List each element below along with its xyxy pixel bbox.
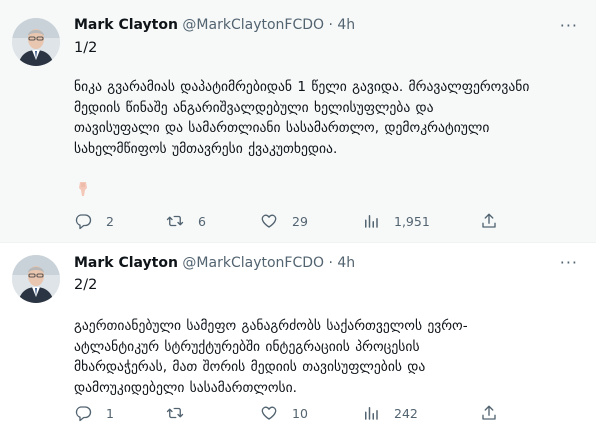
tweet-text-line: დამოუკიდებელი სასამართლოსი.: [74, 379, 298, 396]
tweet-text-line: სახელმწიფოს უმთავრესი ქვაკუთხედია.: [74, 140, 338, 157]
like-button[interactable]: 10: [260, 403, 308, 423]
tweet-text-line: ნიკა გვარამიას დაპატიმრებიდან 1 წელი გავ…: [74, 79, 530, 95]
view-count: 242: [394, 405, 418, 421]
tweet-text: ნიკა გვარამიას დაპატიმრებიდან 1 წელი გავ…: [74, 77, 574, 159]
tweet-2[interactable]: Mark Clayton @MarkClaytonFCDO · 4h ··· 2…: [0, 243, 596, 439]
views-chart-icon: [365, 215, 378, 228]
reply-button[interactable]: 2: [74, 211, 114, 231]
avatar[interactable]: [12, 18, 60, 66]
thread-index: 1/2: [74, 40, 98, 56]
share-button[interactable]: [480, 211, 498, 231]
retweet-count: 6: [198, 213, 206, 229]
share-icon: [482, 213, 496, 228]
like-count: 10: [292, 405, 308, 421]
heart-icon: [261, 214, 277, 228]
views-chart-icon: [365, 407, 378, 420]
tweet-text-line: თავისუფალი და სამართლიანი სასამართლო, დე…: [74, 120, 490, 136]
more-options-icon[interactable]: ···: [560, 16, 578, 35]
tweet-header: Mark Clayton @MarkClaytonFCDO · 4h: [74, 17, 355, 33]
like-count: 29: [292, 213, 308, 229]
tweet-text-line: მედიის წინაშე ანგარიშვალდებული ხელისუფლე…: [74, 99, 434, 116]
tweet-text-line: ატლანტიკურ სტრუქტურებში ინტეგრაციის პროც…: [74, 338, 420, 355]
tweet-text-line: მხარდაჭერას, მათ შორის მედიის თავისუფლებ…: [74, 359, 426, 375]
reply-count: 2: [106, 213, 114, 229]
tweet-text-line: გაერთიანებული სამეფო განაგრძობს საქართვე…: [74, 318, 468, 334]
avatar[interactable]: [12, 255, 60, 303]
tweet-1[interactable]: Mark Clayton @MarkClaytonFCDO · 4h ··· 1…: [0, 0, 596, 243]
retweet-icon: [166, 407, 184, 419]
view-count: 1,951: [394, 213, 430, 229]
author-handle[interactable]: @MarkClaytonFCDO: [182, 255, 324, 271]
share-button[interactable]: [480, 403, 498, 423]
tweet-text: გაერთიანებული სამეფო განაგრძობს საქართვე…: [74, 316, 574, 398]
tweet-actions: 1 10 242: [74, 403, 574, 423]
separator-dot: ·: [328, 17, 333, 33]
author-name[interactable]: Mark Clayton: [74, 255, 178, 271]
heart-icon: [261, 406, 277, 420]
author-name[interactable]: Mark Clayton: [74, 17, 178, 33]
tweet-actions: 2 6 29 1,951: [74, 211, 574, 231]
retweet-icon: [166, 215, 184, 227]
thread-index: 2/2: [74, 277, 98, 293]
share-icon: [482, 405, 496, 420]
timestamp[interactable]: 4h: [337, 17, 355, 33]
author-handle[interactable]: @MarkClaytonFCDO: [182, 17, 324, 33]
like-button[interactable]: 29: [260, 211, 308, 231]
retweet-button[interactable]: 6: [166, 211, 206, 231]
reply-button[interactable]: 1: [74, 403, 114, 423]
reply-count: 1: [106, 405, 114, 421]
pointing-down-hand-emoji: [76, 181, 90, 197]
separator-dot: ·: [328, 255, 333, 271]
tweet-header: Mark Clayton @MarkClaytonFCDO · 4h: [74, 255, 355, 271]
more-options-icon[interactable]: ···: [560, 253, 578, 272]
views-button[interactable]: 242: [362, 403, 418, 423]
reply-icon: [75, 214, 92, 230]
timestamp[interactable]: 4h: [337, 255, 355, 271]
views-button[interactable]: 1,951: [362, 211, 430, 231]
reply-icon: [75, 406, 92, 422]
retweet-button[interactable]: [166, 403, 198, 423]
